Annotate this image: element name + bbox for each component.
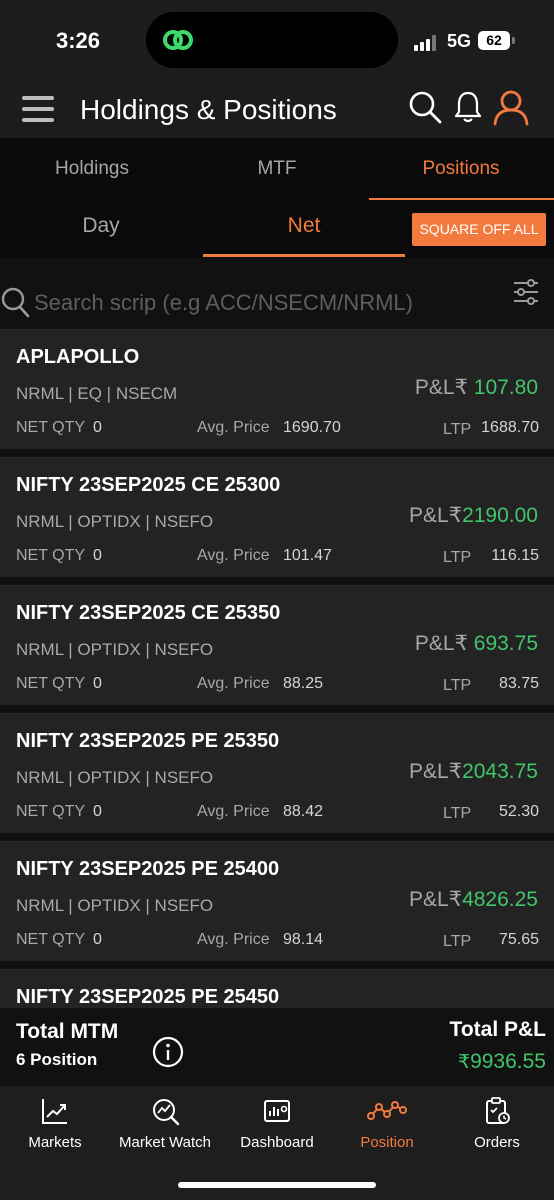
user-icon[interactable] <box>492 88 530 126</box>
avg-price-label: Avg. Price <box>197 931 270 948</box>
summary-bar: Total MTM 6 Position Total P&L ₹9936.55 <box>0 1008 554 1086</box>
pl-value: P&L₹4826.25 <box>409 888 538 911</box>
app-link-icon <box>163 30 193 50</box>
main-tabs: Holdings MTF Positions <box>0 138 554 200</box>
signal-icon <box>414 35 440 51</box>
ltp-label: LTP <box>443 421 472 438</box>
pl-value: P&L₹2043.75 <box>409 760 538 783</box>
search-scrip-icon <box>1 287 30 318</box>
search-input[interactable]: Search scrip (e.g ACC/NSECM/NRML) <box>34 290 413 316</box>
product-type: NRML | OPTIDX | NSEFO <box>16 768 214 787</box>
avg-price-value: 1690.70 <box>283 419 341 436</box>
net-qty-value: 0 <box>93 547 102 564</box>
net-qty-value: 0 <box>93 419 102 436</box>
ltp-label: LTP <box>443 677 472 694</box>
nav-market-watch[interactable]: Market Watch <box>110 1096 220 1156</box>
search-bar: Search scrip (e.g ACC/NSECM/NRML) <box>0 258 554 328</box>
ltp-label: LTP <box>443 933 472 950</box>
avg-price-label: Avg. Price <box>197 547 270 564</box>
filter-icon[interactable] <box>512 278 540 306</box>
net-qty-value: 0 <box>93 803 102 820</box>
battery-icon: 62 <box>478 31 510 50</box>
ltp-value: 52.30 <box>498 803 539 820</box>
scrip-name: APLAPOLLO <box>16 346 140 368</box>
avg-price-label: Avg. Price <box>197 803 270 820</box>
page-title: Holdings & Positions <box>80 94 337 125</box>
market-watch-icon <box>153 1099 180 1126</box>
product-type: NRML | OPTIDX | NSEFO <box>16 512 214 531</box>
position-card[interactable]: NIFTY 23SEP2025 PE 25350 NRML | OPTIDX |… <box>0 713 554 833</box>
avg-price-value: 101.47 <box>283 547 332 564</box>
network-type: 5G <box>447 31 472 51</box>
net-qty-label: NET QTY <box>16 803 86 820</box>
avg-price-label: Avg. Price <box>197 675 270 692</box>
position-card[interactable]: APLAPOLLO NRML | EQ | NSECM P&L₹ 107.80 … <box>0 329 554 449</box>
tab-positions[interactable]: Positions <box>369 158 553 180</box>
avg-price-value: 98.14 <box>283 931 324 948</box>
home-indicator <box>178 1182 376 1188</box>
product-type: NRML | OPTIDX | NSEFO <box>16 896 214 915</box>
net-qty-label: NET QTY <box>16 419 86 436</box>
bell-icon[interactable] <box>453 90 483 124</box>
ltp-label: LTP <box>443 805 472 822</box>
tab-mtf[interactable]: MTF <box>185 158 369 180</box>
menu-icon[interactable] <box>22 96 54 124</box>
avg-price-value: 88.25 <box>283 675 324 692</box>
battery-tip <box>512 37 515 44</box>
net-qty-value: 0 <box>93 931 102 948</box>
status-time: 3:26 <box>56 28 101 53</box>
search-icon[interactable] <box>408 90 442 124</box>
pl-value: P&L₹2190.00 <box>409 504 538 527</box>
total-pl-value: ₹9936.55 <box>457 1050 546 1073</box>
subtab-day[interactable]: Day <box>1 214 201 238</box>
ltp-value: 75.65 <box>498 931 539 948</box>
position-icon <box>367 1101 407 1120</box>
nav-orders[interactable]: Orders <box>442 1096 552 1156</box>
position-card[interactable]: NIFTY 23SEP2025 CE 25300 NRML | OPTIDX |… <box>0 457 554 577</box>
scrip-name: NIFTY 23SEP2025 CE 25350 <box>16 602 281 624</box>
active-subtab-indicator <box>203 254 405 257</box>
dynamic-island <box>146 12 398 68</box>
position-card[interactable]: NIFTY 23SEP2025 PE 25400 NRML | OPTIDX |… <box>0 841 554 961</box>
ltp-value: 83.75 <box>498 675 539 692</box>
avg-price-value: 88.42 <box>283 803 324 820</box>
net-qty-label: NET QTY <box>16 931 86 948</box>
dashboard-icon <box>264 1100 290 1122</box>
net-qty-label: NET QTY <box>16 675 86 692</box>
pl-value: P&L₹ 107.80 <box>414 376 538 399</box>
scrip-name: NIFTY 23SEP2025 PE 25450 <box>16 986 280 1008</box>
nav-markets[interactable]: Markets <box>0 1096 110 1156</box>
scrip-name: NIFTY 23SEP2025 PE 25400 <box>16 858 280 880</box>
total-mtm-label: Total MTM <box>16 1020 119 1043</box>
product-type: NRML | OPTIDX | NSEFO <box>16 640 214 659</box>
net-qty-label: NET QTY <box>16 547 86 564</box>
markets-icon <box>42 1099 67 1124</box>
net-qty-value: 0 <box>93 675 102 692</box>
square-off-all-button[interactable]: SQUARE OFF ALL <box>412 213 546 246</box>
ltp-value: 1688.70 <box>481 419 539 436</box>
position-count: 6 Position <box>16 1050 98 1069</box>
subtab-net[interactable]: Net <box>204 214 404 238</box>
avg-price-label: Avg. Price <box>197 419 270 436</box>
ltp-label: LTP <box>443 549 472 566</box>
product-type: NRML | EQ | NSECM <box>16 384 178 403</box>
scrip-name: NIFTY 23SEP2025 PE 25350 <box>16 730 280 752</box>
pl-value: P&L₹ 693.75 <box>414 632 538 655</box>
tab-holdings[interactable]: Holdings <box>0 158 184 180</box>
position-card[interactable]: NIFTY 23SEP2025 CE 25350 NRML | OPTIDX |… <box>0 585 554 705</box>
status-bar: 3:26 5G 62 <box>0 0 554 86</box>
orders-icon <box>486 1097 510 1124</box>
info-icon[interactable] <box>152 1036 184 1068</box>
nav-dashboard[interactable]: Dashboard <box>222 1096 332 1156</box>
ltp-value: 116.15 <box>491 547 539 564</box>
app-header: Holdings & Positions <box>0 86 554 138</box>
total-pl-label: Total P&L <box>449 1018 546 1041</box>
sub-tabs: Day Net SQUARE OFF ALL <box>0 200 554 258</box>
nav-position[interactable]: Position <box>332 1096 442 1156</box>
scrip-name: NIFTY 23SEP2025 CE 25300 <box>16 474 281 496</box>
